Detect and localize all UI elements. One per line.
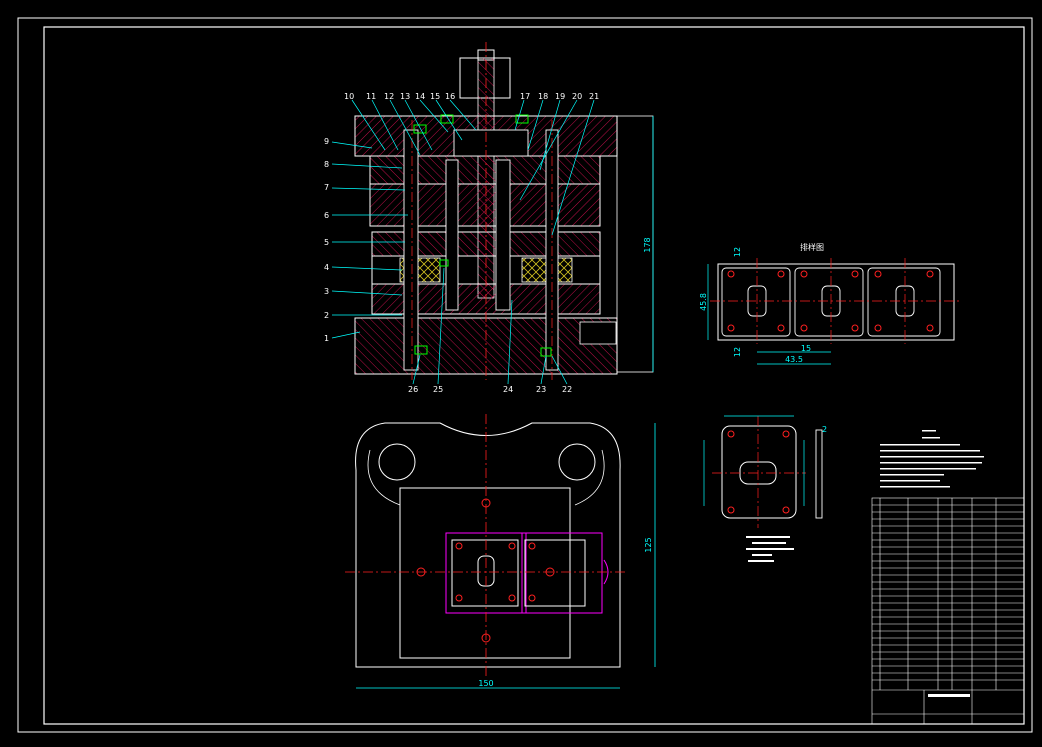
callout-24: 24	[503, 385, 513, 394]
callout-10: 10	[344, 92, 354, 101]
callout-22: 22	[562, 385, 572, 394]
strip-width-dim: 45.8	[699, 293, 708, 311]
callout-1: 1	[324, 334, 329, 343]
blank-thickness-dim: 2	[822, 425, 827, 434]
plan-height-dim: 125	[644, 537, 653, 552]
strip-edge-bottom: 12	[733, 347, 742, 357]
part-drawing: 2	[703, 415, 827, 562]
callout-17: 17	[520, 92, 530, 101]
strip-title: 排样图	[800, 242, 824, 252]
technical-notes	[880, 430, 984, 488]
callout-18: 18	[538, 92, 548, 101]
section-height-dim: 178	[643, 237, 652, 252]
callout-9: 9	[324, 137, 329, 146]
strip-edge-top: 12	[733, 247, 742, 257]
callout-16: 16	[445, 92, 455, 101]
callout-5: 5	[324, 238, 329, 247]
callout-23: 23	[536, 385, 546, 394]
callout-12: 12	[384, 92, 394, 101]
callout-8: 8	[324, 160, 329, 169]
callouts-left: 9 8 7 6 5 4 3 2 1	[324, 137, 329, 343]
callout-20: 20	[572, 92, 582, 101]
strip-pitch-dim: 43.5	[785, 355, 803, 364]
strip-layout: 排样图 45.8 12 12 15 43.5	[699, 242, 962, 365]
plan-view: 125 150	[345, 414, 656, 689]
callout-4: 4	[324, 263, 329, 272]
strip-step-dim: 15	[801, 344, 811, 353]
callout-2: 2	[324, 311, 329, 320]
callout-6: 6	[324, 211, 329, 220]
callout-25: 25	[433, 385, 443, 394]
callout-11: 11	[366, 92, 376, 101]
cad-drawing: 178 10 11 12 13 14 15 16 17 18 19 20 21 …	[17, 17, 1033, 733]
callouts-bottom: 26 25 24 23 22	[408, 385, 572, 394]
parts-list	[871, 497, 1025, 725]
callout-7: 7	[324, 183, 329, 192]
plan-width-dim: 150	[478, 679, 493, 688]
callout-21: 21	[589, 92, 599, 101]
callouts-top: 10 11 12 13 14 15 16 17 18 19 20 21	[344, 92, 599, 101]
callout-14: 14	[415, 92, 425, 101]
callout-3: 3	[324, 287, 329, 296]
callout-15: 15	[430, 92, 440, 101]
callout-26: 26	[408, 385, 418, 394]
callout-13: 13	[400, 92, 410, 101]
callout-19: 19	[555, 92, 565, 101]
